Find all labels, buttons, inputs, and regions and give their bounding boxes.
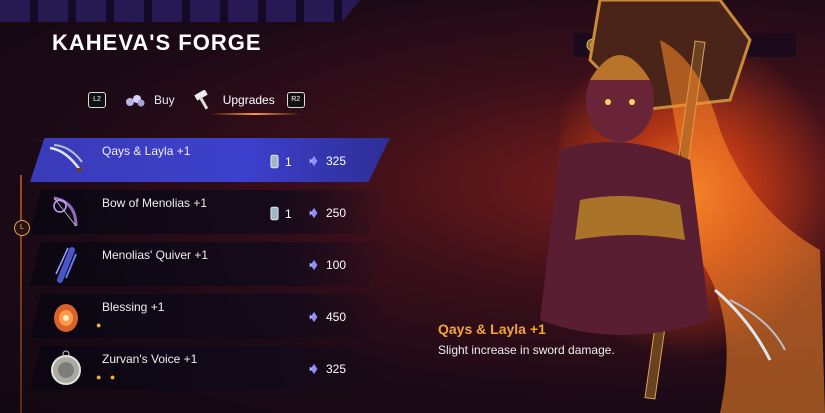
item-shard-cost: 1 — [270, 206, 292, 221]
amulet-icon — [54, 304, 78, 332]
item-name: Menolias' Quiver +1 — [102, 248, 209, 262]
tab-buy[interactable]: Buy — [124, 93, 175, 107]
scroll-rail[interactable] — [20, 175, 22, 413]
item-crystal-cost: 325 — [308, 362, 346, 376]
list-item[interactable]: Menolias' Quiver +1 100 — [30, 242, 390, 286]
coins-icon — [126, 95, 145, 107]
tab-upgrades[interactable]: Upgrades — [193, 90, 275, 110]
quiver-icon — [55, 247, 77, 283]
medallion-icon — [51, 350, 81, 385]
crystal-cost-value: 325 — [326, 154, 347, 168]
shard-icon — [270, 154, 279, 169]
shard-cost-value: 1 — [285, 206, 292, 221]
item-rank-dots: ● ● — [96, 372, 119, 382]
list-item[interactable]: Blessing +1 ● 450 — [30, 294, 390, 338]
item-crystal-cost: 250 — [308, 206, 346, 220]
item-crystal-cost: 450 — [308, 310, 346, 324]
shard-icon — [270, 206, 279, 221]
item-rank-dots: ● — [96, 320, 105, 330]
scimitars-icon — [49, 144, 83, 171]
bow-icon — [53, 196, 78, 227]
crystal-icon — [309, 311, 318, 323]
list-item[interactable]: Bow of Menolias +1 1 250 — [30, 190, 390, 234]
crystal-cost-value: 100 — [326, 258, 347, 272]
tab-buy-label: Buy — [154, 93, 175, 107]
detail-item-name: Qays & Layla +1 — [438, 321, 546, 337]
upgrade-list: Qays & Layla +1 1 325 Bow of Menolias +1 — [30, 138, 390, 398]
item-crystal-cost: 325 — [308, 154, 346, 168]
crystal-icon — [309, 155, 318, 167]
detail-item-description: Slight increase in sword damage. — [438, 343, 615, 357]
tab-upgrades-label: Upgrades — [222, 93, 275, 107]
active-tab-underline — [210, 113, 300, 115]
item-crystal-cost: 100 — [308, 258, 346, 272]
crystal-cost-value: 450 — [326, 310, 347, 324]
hammer-icon — [193, 90, 208, 110]
list-item[interactable]: Qays & Layla +1 1 325 — [30, 138, 390, 182]
scroll-knob[interactable]: L — [14, 220, 30, 236]
crystal-icon — [309, 363, 318, 375]
item-name: Blessing +1 — [102, 300, 165, 314]
item-detail-panel: Qays & Layla +1 Slight increase in sword… — [438, 321, 615, 357]
top-banner — [0, 0, 360, 22]
shard-cost-value: 1 — [285, 154, 292, 169]
list-item[interactable]: Zurvan's Voice +1 ● ● 325 — [30, 346, 390, 390]
item-name: Bow of Menolias +1 — [102, 196, 208, 210]
item-name: Qays & Layla +1 — [102, 144, 191, 158]
crystal-icon — [309, 207, 318, 219]
item-name: Zurvan's Voice +1 — [102, 352, 198, 366]
crystal-cost-value: 250 — [326, 206, 347, 220]
crystal-cost-value: 325 — [326, 362, 347, 376]
r2-button-badge[interactable]: R2 — [286, 92, 305, 108]
shop-tabs: L2 Buy Upgrades R2 — [88, 88, 305, 112]
l2-button-badge[interactable]: L2 — [88, 92, 106, 108]
item-shard-cost: 1 — [270, 154, 292, 169]
crystal-icon — [309, 259, 318, 271]
page-title: KAHEVA'S FORGE — [52, 30, 262, 55]
